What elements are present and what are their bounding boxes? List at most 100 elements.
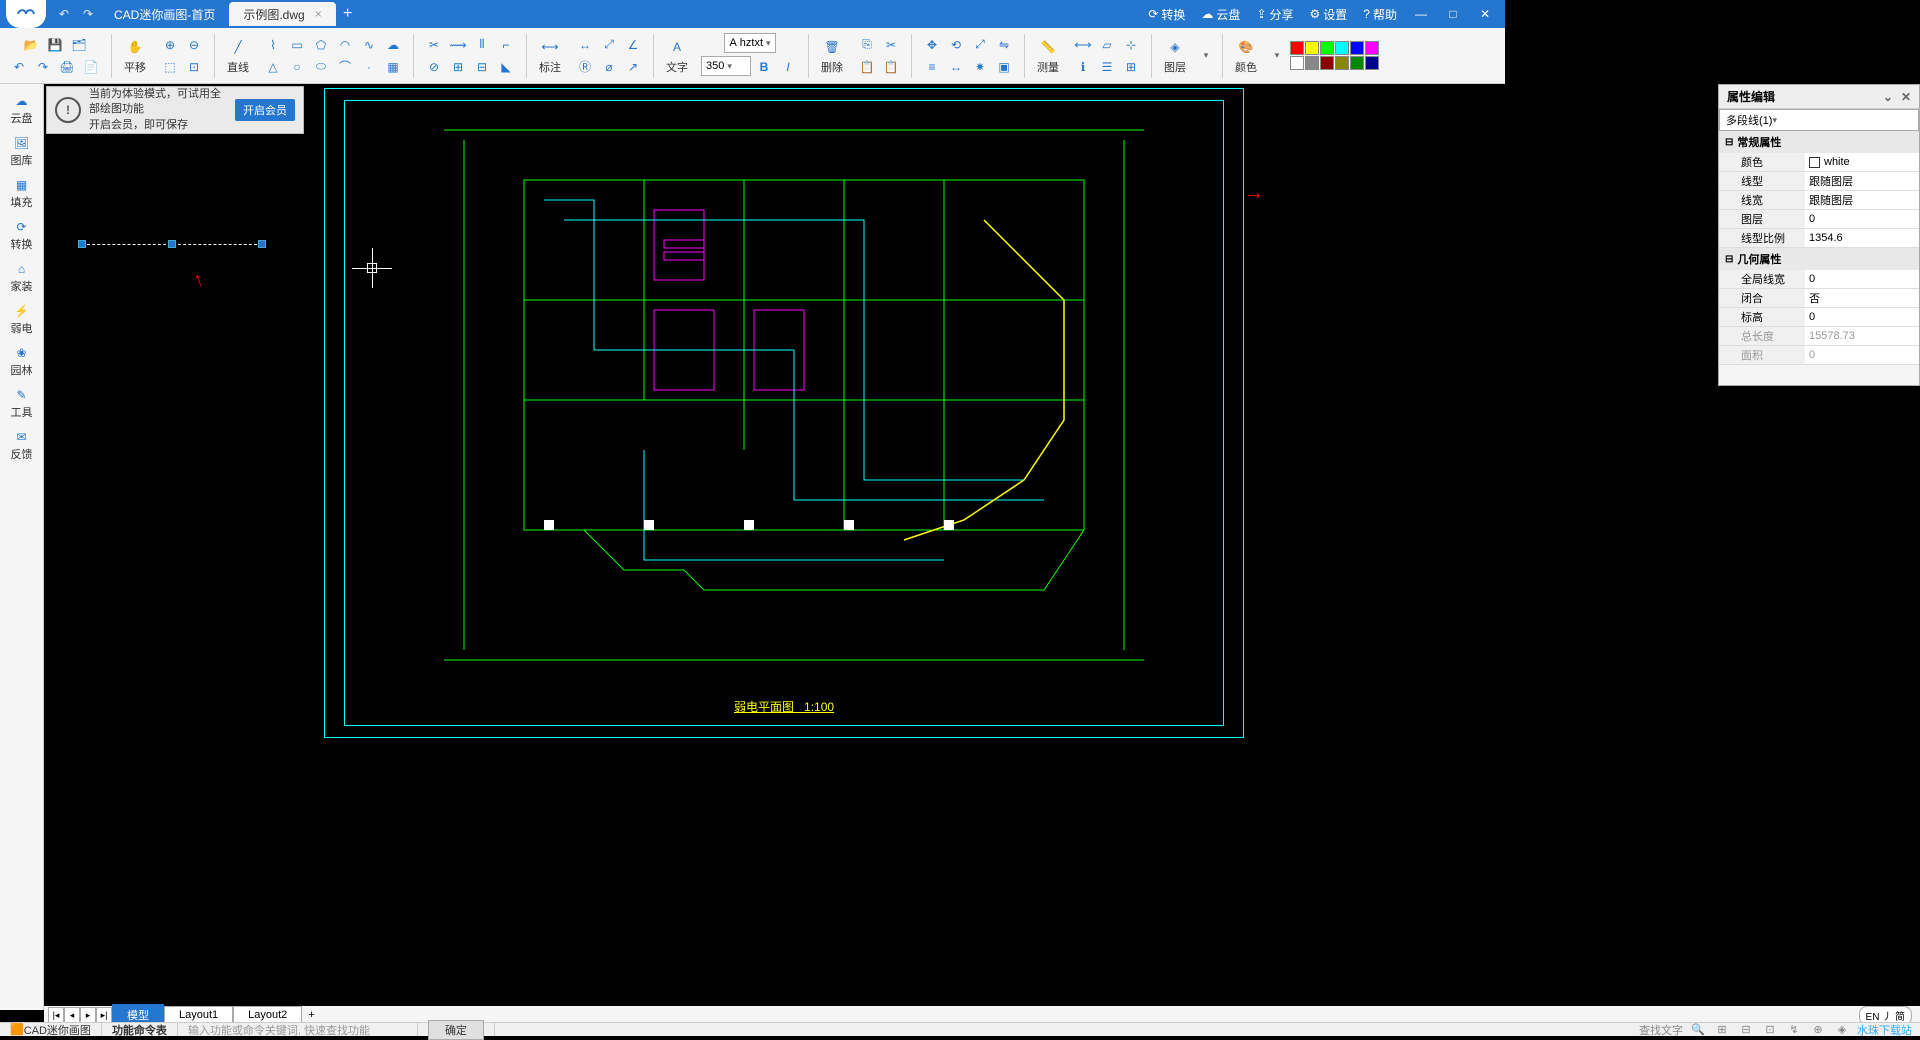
list-icon[interactable]: ☰: [1096, 56, 1118, 78]
help-button[interactable]: ?帮助: [1357, 6, 1403, 23]
sidebar-item-feedback[interactable]: ✉反馈: [2, 426, 42, 466]
find-text-label[interactable]: 查找文字: [1639, 1022, 1683, 1038]
prop-ltscale[interactable]: 线型比例1354.6: [1719, 229, 1919, 248]
delete-tool[interactable]: 🗑删除: [814, 34, 850, 77]
save-icon[interactable]: 💾: [44, 34, 66, 56]
minimize-button[interactable]: —: [1407, 2, 1435, 26]
align-icon[interactable]: ≡: [921, 56, 943, 78]
trim-icon[interactable]: ✂: [423, 34, 445, 56]
triangle-icon[interactable]: △: [262, 56, 284, 78]
search-icon[interactable]: 🔍: [1689, 1023, 1707, 1037]
ellipse-icon[interactable]: ⬭: [310, 56, 332, 78]
grip-start[interactable]: [78, 240, 86, 248]
mirror-icon[interactable]: ⇋: [993, 34, 1015, 56]
tab-home[interactable]: CAD迷你画图-首页: [100, 2, 229, 26]
dim-angle-icon[interactable]: ∠: [622, 34, 644, 56]
close-button[interactable]: ✕: [1471, 2, 1499, 26]
color-tool[interactable]: 🎨颜色: [1228, 34, 1264, 77]
cut-icon[interactable]: ✂: [880, 34, 902, 56]
prop-closed[interactable]: 闭合否: [1719, 289, 1919, 308]
section-geometry[interactable]: 几何属性: [1719, 248, 1919, 270]
sb-icon-2[interactable]: ⊟: [1737, 1023, 1755, 1037]
zoom-out-icon[interactable]: ⊖: [183, 34, 205, 56]
scale-icon[interactable]: ⤢: [969, 34, 991, 56]
spline-icon[interactable]: ∿: [358, 34, 380, 56]
copy-icon[interactable]: ⎘: [856, 34, 878, 56]
share-button[interactable]: ⇪分享: [1250, 6, 1299, 23]
tab-last-icon[interactable]: ▸|: [96, 1007, 112, 1023]
line-tool[interactable]: ╱直线: [220, 34, 256, 77]
collapse-icon[interactable]: ⌄: [1883, 90, 1893, 104]
function-table-label[interactable]: 功能命令表: [102, 1023, 178, 1036]
prop-color[interactable]: 颜色white: [1719, 153, 1919, 172]
sb-icon-4[interactable]: ↯: [1785, 1023, 1803, 1037]
prop-linetype[interactable]: 线型跟随图层: [1719, 172, 1919, 191]
drawing-canvas[interactable]: ↑ →: [44, 84, 1920, 1010]
swatch-green[interactable]: [1320, 41, 1334, 55]
sb-icon-1[interactable]: ⊞: [1713, 1023, 1731, 1037]
color-dropdown[interactable]: [1266, 45, 1288, 67]
bold-icon[interactable]: B: [753, 56, 775, 78]
swatch-navy[interactable]: [1365, 56, 1379, 70]
undo-button[interactable]: ↶: [52, 2, 76, 26]
rotate-icon[interactable]: ⟲: [945, 34, 967, 56]
sb-icon-6[interactable]: ◈: [1833, 1023, 1851, 1037]
dim-aligned-icon[interactable]: ⤢: [598, 34, 620, 56]
leader-icon[interactable]: ↗: [622, 56, 644, 78]
swatch-magenta[interactable]: [1365, 41, 1379, 55]
close-panel-icon[interactable]: ✕: [1901, 90, 1911, 104]
prop-globalwidth[interactable]: 全局线宽0: [1719, 270, 1919, 289]
add-layout-button[interactable]: +: [302, 1009, 320, 1021]
maximize-button[interactable]: □: [1439, 2, 1467, 26]
rect-icon[interactable]: ▭: [286, 34, 308, 56]
sb-icon-5[interactable]: ⊕: [1809, 1023, 1827, 1037]
pan-tool[interactable]: ✋平移: [117, 34, 153, 77]
area-icon[interactable]: ▱: [1096, 34, 1118, 56]
command-input[interactable]: 输入功能或命令关键词, 快速查找功能: [178, 1023, 418, 1036]
undo2-icon[interactable]: ↶: [8, 56, 30, 78]
annotation-tool[interactable]: ⟷标注: [532, 34, 568, 77]
swatch-yellow[interactable]: [1305, 41, 1319, 55]
id-icon[interactable]: ℹ: [1072, 56, 1094, 78]
section-general[interactable]: 常规属性: [1719, 131, 1919, 153]
layer-dropdown[interactable]: [1195, 45, 1217, 67]
join-icon[interactable]: ⊞: [447, 56, 469, 78]
swatch-red[interactable]: [1290, 41, 1304, 55]
zoom-fit-icon[interactable]: ⊡: [183, 56, 205, 78]
zoom-window-icon[interactable]: ⬚: [159, 56, 181, 78]
swatch-gray[interactable]: [1305, 56, 1319, 70]
explode-icon[interactable]: ✷: [969, 56, 991, 78]
extend-icon[interactable]: ⟿: [447, 34, 469, 56]
ok-button[interactable]: 确定: [428, 1020, 484, 1040]
tab-close-icon[interactable]: ×: [315, 7, 322, 21]
grip-end[interactable]: [258, 240, 266, 248]
print-icon[interactable]: 🖨: [56, 56, 78, 78]
circle-icon[interactable]: ○: [286, 56, 308, 78]
chamfer-icon[interactable]: ◣: [495, 56, 517, 78]
font-select[interactable]: A hztxt: [724, 33, 775, 53]
redo-button[interactable]: ↷: [76, 2, 100, 26]
sidebar-item-gallery[interactable]: 🖼图库: [2, 132, 42, 172]
hatch-icon[interactable]: ▦: [382, 56, 404, 78]
table-icon[interactable]: ⊞: [1120, 56, 1142, 78]
arc-icon[interactable]: ◠: [334, 34, 356, 56]
prop-elevation[interactable]: 标高0: [1719, 308, 1919, 327]
text-tool[interactable]: A文字: [659, 34, 695, 77]
swatch-blue[interactable]: [1350, 41, 1364, 55]
swatch-dred[interactable]: [1320, 56, 1334, 70]
break-icon[interactable]: ⊘: [423, 56, 445, 78]
grip-mid[interactable]: [168, 240, 176, 248]
stretch-icon[interactable]: ↔: [945, 56, 967, 78]
swatch-white[interactable]: [1290, 56, 1304, 70]
settings-button[interactable]: ⚙设置: [1304, 6, 1354, 23]
cloud-button[interactable]: ☁云盘: [1195, 6, 1246, 23]
paste-icon[interactable]: 📋: [856, 56, 878, 78]
dist-icon[interactable]: ⟷: [1072, 34, 1094, 56]
sidebar-item-home[interactable]: ⌂家装: [2, 258, 42, 298]
saveas-icon[interactable]: 🗂: [68, 34, 90, 56]
new-tab-button[interactable]: +: [336, 5, 360, 23]
layer-tool[interactable]: ◈图层: [1157, 34, 1193, 77]
italic-icon[interactable]: I: [777, 56, 799, 78]
sidebar-item-garden[interactable]: ❀园林: [2, 342, 42, 382]
redo2-icon[interactable]: ↷: [32, 56, 54, 78]
